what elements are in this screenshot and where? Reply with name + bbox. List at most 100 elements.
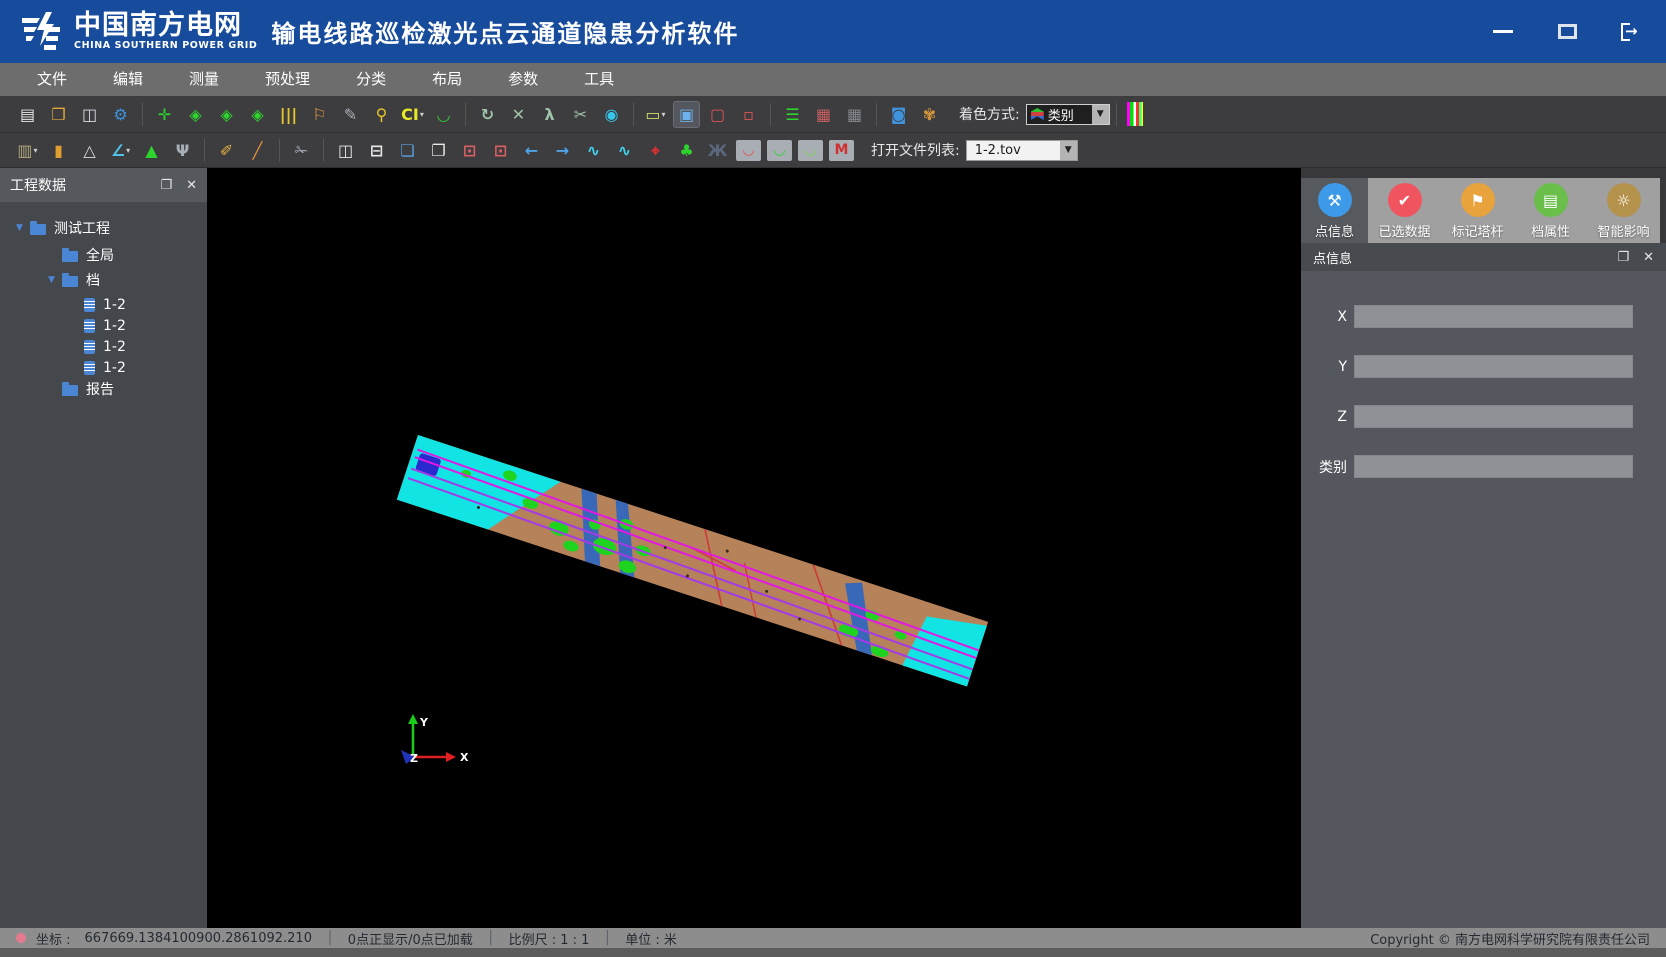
- deselect-cursor-icon[interactable]: ▢: [705, 102, 730, 127]
- field-input-类别[interactable]: [1354, 455, 1633, 478]
- marker-m-icon[interactable]: M: [829, 140, 854, 161]
- ruler-vertical-icon[interactable]: ▮: [46, 138, 71, 163]
- point-panel-restore-icon[interactable]: ❐: [1617, 250, 1629, 265]
- clean-broom-icon[interactable]: ✐: [214, 138, 239, 163]
- menu-item-4[interactable]: 分类: [333, 63, 409, 96]
- orbit-view-icon[interactable]: ↻: [475, 102, 500, 127]
- new-window-icon[interactable]: ❐: [426, 138, 451, 163]
- profile-edit-icon[interactable]: ✎: [338, 102, 363, 127]
- menu-item-7[interactable]: 工具: [561, 63, 637, 96]
- file-list-select[interactable]: 1-2.tov ▼: [966, 140, 1078, 161]
- settings-gear-icon[interactable]: ⚙: [108, 102, 133, 127]
- flag-measure-icon[interactable]: ⚐: [307, 102, 332, 127]
- tree-item-1-2-6[interactable]: 1-2: [0, 358, 207, 378]
- tab-档属性[interactable]: ▤档属性: [1514, 178, 1587, 243]
- tree-item-1-2-5[interactable]: 1-2: [0, 337, 207, 357]
- right-tab-strip: ⚒点信息✔已选数据⚑标记塔杆▤档属性☼智能影响: [1301, 168, 1666, 243]
- coloring-dropdown-arrow-icon[interactable]: ▼: [1092, 105, 1109, 124]
- tree-item-1-2-4[interactable]: 1-2: [0, 316, 207, 336]
- tab-标记塔杆[interactable]: ⚑标记塔杆: [1441, 178, 1514, 243]
- window-marker-a-icon[interactable]: ⊡: [457, 138, 482, 163]
- classify-tool-2-icon[interactable]: ◈: [214, 102, 239, 127]
- tree-item-全局-1[interactable]: 全局: [0, 245, 207, 265]
- grid-cursor-icon[interactable]: ▦: [842, 102, 867, 127]
- field-input-Y[interactable]: [1354, 355, 1633, 378]
- menu-item-3[interactable]: 预处理: [242, 63, 333, 96]
- tower-marker-icon[interactable]: Ж: [705, 138, 730, 163]
- profile-line-a-icon[interactable]: ∿: [581, 138, 606, 163]
- menu-bar: 文件编辑测量预处理分类布局参数工具: [0, 63, 1666, 96]
- menu-item-5[interactable]: 布局: [409, 63, 485, 96]
- coloring-mode-select[interactable]: 类别 ▼: [1026, 104, 1110, 125]
- minimize-button[interactable]: [1490, 19, 1516, 45]
- area-measure-icon[interactable]: △: [77, 138, 102, 163]
- open-folder-icon[interactable]: ❒: [46, 102, 71, 127]
- tree-expand-icon[interactable]: ▼: [48, 275, 62, 285]
- tab-已选数据[interactable]: ✔已选数据: [1368, 178, 1441, 243]
- menu-item-2[interactable]: 测量: [166, 63, 242, 96]
- maximize-button[interactable]: [1554, 19, 1580, 45]
- next-view-icon[interactable]: →: [550, 138, 575, 163]
- menu-item-1[interactable]: 编辑: [90, 63, 166, 96]
- cut-tool-icon[interactable]: ✂: [568, 102, 593, 127]
- tree-item-测试工程-0[interactable]: ▼测试工程: [0, 218, 207, 238]
- span-view-green-icon[interactable]: ◡: [767, 140, 792, 161]
- rect-select-icon[interactable]: ▭▾: [643, 102, 668, 127]
- key-tool-icon[interactable]: ⚲: [369, 102, 394, 127]
- window-marker-b-icon[interactable]: ⊡: [488, 138, 513, 163]
- snapshot-camera-icon[interactable]: ◙: [886, 102, 911, 127]
- tree-item-1-2-3[interactable]: 1-2: [0, 295, 207, 315]
- angle-measure-icon[interactable]: ∠▾: [108, 138, 133, 163]
- split-horizontal-icon[interactable]: ⊟: [364, 138, 389, 163]
- classify-tool-3-icon[interactable]: ◈: [245, 102, 270, 127]
- point-select-icon[interactable]: ▫: [736, 102, 761, 127]
- tree-marker-icon[interactable]: ♣: [674, 138, 699, 163]
- node-graph-glyph: Ψ: [176, 138, 190, 163]
- tab-智能影响[interactable]: ☼智能影响: [1587, 178, 1660, 243]
- prev-view-icon[interactable]: ←: [519, 138, 544, 163]
- new-file-icon[interactable]: ▤: [15, 102, 40, 127]
- field-input-X[interactable]: [1354, 305, 1633, 328]
- cross-tool-icon[interactable]: ✕: [506, 102, 531, 127]
- panel-close-icon[interactable]: ✕: [186, 178, 197, 193]
- menu-item-0[interactable]: 文件: [14, 63, 90, 96]
- location-pin-icon[interactable]: ⌖: [643, 138, 668, 163]
- remove-bars-icon[interactable]: |||: [276, 102, 301, 127]
- view-eye-icon[interactable]: ◉: [599, 102, 624, 127]
- menu-item-6[interactable]: 参数: [485, 63, 561, 96]
- tree-item-报告-7[interactable]: 报告: [0, 379, 207, 399]
- north-arrow-icon[interactable]: ▲: [139, 138, 164, 163]
- panel-restore-icon[interactable]: ❐: [160, 178, 172, 193]
- colorbar-icon[interactable]: [1127, 102, 1143, 126]
- display-mode-icon[interactable]: ▥▾: [15, 138, 40, 163]
- classify-tool-1-icon[interactable]: ◈: [183, 102, 208, 127]
- layer-stack-icon[interactable]: ☰: [780, 102, 805, 127]
- palette-icon[interactable]: ✾: [917, 102, 942, 127]
- cascade-windows-icon[interactable]: ❏: [395, 138, 420, 163]
- field-input-Z[interactable]: [1354, 405, 1633, 428]
- profile-line-b-icon[interactable]: ∿: [612, 138, 637, 163]
- section-remove-icon[interactable]: ✁: [289, 138, 314, 163]
- tab-点信息[interactable]: ⚒点信息: [1301, 178, 1368, 243]
- ci-tool-icon[interactable]: CI▾: [400, 102, 425, 127]
- span-view-red-icon[interactable]: ◡: [736, 140, 761, 161]
- open-folder-glyph: ❒: [51, 102, 65, 127]
- pan-move-icon[interactable]: ✛: [152, 102, 177, 127]
- viewport-3d[interactable]: Y X Z: [207, 168, 1301, 928]
- tree-expand-icon[interactable]: ▼: [16, 223, 30, 233]
- ruler-diagonal-icon[interactable]: ╱: [245, 138, 270, 163]
- exit-button[interactable]: →: [1618, 19, 1644, 45]
- file-list-dropdown-arrow-icon[interactable]: ▼: [1060, 141, 1077, 160]
- catenary-tool-icon[interactable]: ◡: [431, 102, 456, 127]
- save-icon[interactable]: ◫: [77, 102, 102, 127]
- lambda-tool-icon[interactable]: λ: [537, 102, 562, 127]
- node-graph-icon[interactable]: Ψ: [170, 138, 195, 163]
- csg-logo-icon: [20, 10, 64, 54]
- grid-remove-icon[interactable]: ▦: [811, 102, 836, 127]
- folder-icon: [62, 251, 78, 262]
- span-view-mixed-icon[interactable]: ◡: [798, 140, 823, 161]
- select-cursor-icon[interactable]: ▣: [674, 102, 699, 127]
- tree-item-档-2[interactable]: ▼档: [0, 270, 207, 290]
- split-vertical-icon[interactable]: ◫: [333, 138, 358, 163]
- point-panel-close-icon[interactable]: ✕: [1643, 250, 1654, 265]
